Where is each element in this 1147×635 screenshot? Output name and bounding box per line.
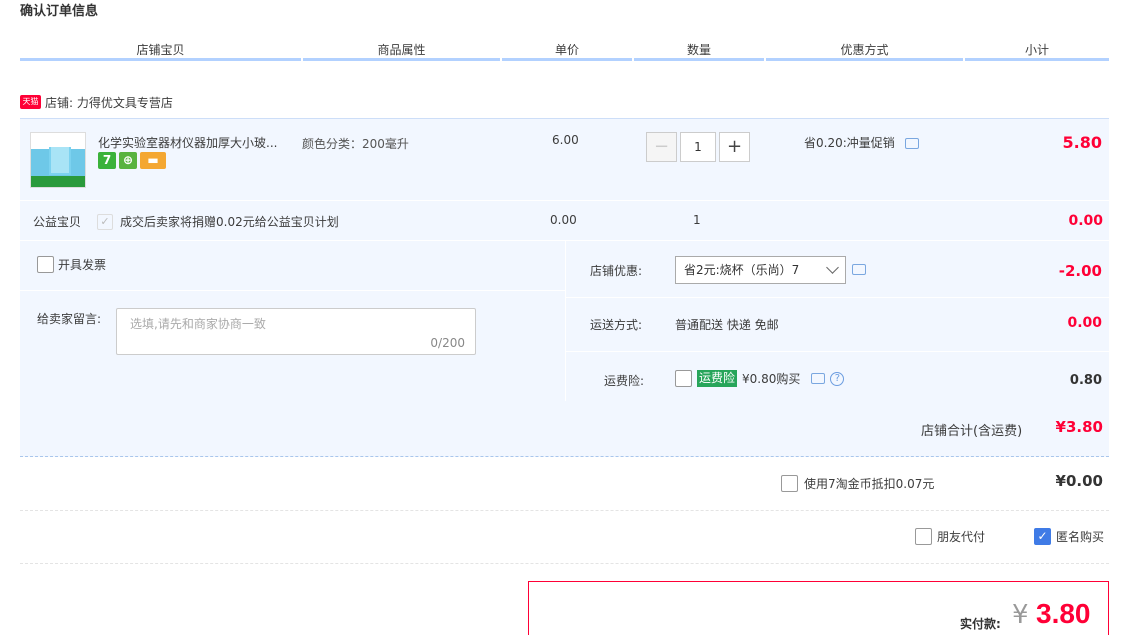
shop-total-label: 店铺合计(含运费): [921, 424, 1023, 439]
service-badges: 7 ⊕ ▬: [98, 152, 166, 169]
taojinbi-text: 使用7淘金币抵扣0.07元: [804, 477, 935, 491]
page-title: 确认订单信息: [20, 4, 99, 19]
anonymous-option[interactable]: ✓ 匿名购买: [1034, 528, 1104, 545]
charity-text: 成交后卖家将捐赠0.02元给公益宝贝计划: [120, 215, 339, 229]
col-price: 单价: [502, 40, 632, 61]
divider: [20, 563, 1109, 564]
invoice-option[interactable]: 开具发票: [37, 256, 106, 273]
taojinbi-amount: ¥0.00: [1055, 472, 1103, 490]
insurance-option: 运费险 ¥0.80购买 ?: [675, 370, 845, 387]
qty-input[interactable]: 1: [680, 132, 716, 162]
shop-row: 天猫 店铺: 力得优文具专营店: [20, 92, 173, 112]
guarantee-icon[interactable]: ⊕: [119, 152, 137, 169]
insurance-checkbox[interactable]: [675, 370, 692, 387]
chat-icon[interactable]: [904, 138, 919, 149]
message-placeholder: 选填,请先和商家协商一致: [130, 317, 266, 331]
product-attr: 颜色分类：200毫升: [302, 137, 409, 151]
col-shop-item: 店铺宝贝: [20, 40, 301, 61]
chat-icon[interactable]: [811, 373, 826, 384]
product-thumbnail[interactable]: [30, 132, 86, 188]
shop-discount-label: 店铺优惠:: [590, 264, 643, 278]
friend-pay-checkbox[interactable]: [915, 528, 932, 545]
charity-checkbox: ✓: [97, 214, 113, 230]
friend-pay-option[interactable]: 朋友代付: [915, 528, 985, 545]
message-label: 给卖家留言:: [37, 312, 102, 326]
promo-label: 省0.20:冲量促销: [804, 136, 895, 150]
qty-minus-button[interactable]: −: [646, 132, 677, 162]
table-header: 店铺宝贝 商品属性 单价 数量 优惠方式 小计: [20, 40, 1109, 64]
shop-discount-select[interactable]: 省2元:烧杯（乐尚）7: [675, 256, 846, 284]
insurance-tag: 运费险: [697, 370, 738, 387]
item-subtotal: 5.80: [1062, 133, 1102, 152]
shop-discount-amount: -2.00: [1058, 262, 1102, 280]
shipping-value: 普通配送 快递 免邮: [675, 318, 779, 332]
item-divider: [20, 200, 1109, 201]
pay-currency: ¥: [1012, 600, 1029, 630]
chat-icon[interactable]: [852, 264, 866, 275]
charity-qty: 1: [693, 213, 701, 227]
anonymous-label: 匿名购买: [1056, 530, 1105, 544]
qty-plus-button[interactable]: +: [719, 132, 750, 162]
left-sep: [20, 290, 565, 291]
pay-label: 实付款:: [960, 617, 1001, 631]
taojinbi-option[interactable]: 使用7淘金币抵扣0.07元: [781, 475, 934, 492]
invoice-label: 开具发票: [58, 258, 107, 272]
unit-price: 6.00: [552, 133, 579, 147]
col-attr: 商品属性: [303, 40, 500, 61]
shop-total-value: ¥3.80: [1055, 418, 1103, 436]
friend-pay-label: 朋友代付: [937, 530, 986, 544]
shop-name[interactable]: 店铺: 力得优文具专营店: [45, 94, 173, 111]
insurance-label: 运费险:: [604, 374, 645, 388]
anonymous-checkbox[interactable]: ✓: [1034, 528, 1051, 545]
invoice-checkbox[interactable]: [37, 256, 54, 273]
taojinbi-checkbox[interactable]: [781, 475, 798, 492]
charity-subtotal: 0.00: [1068, 213, 1103, 229]
charity-label: 公益宝贝: [33, 215, 82, 229]
shipping-amount: 0.00: [1067, 315, 1102, 331]
help-icon[interactable]: ?: [830, 371, 845, 386]
insurance-text: ¥0.80购买: [742, 372, 801, 386]
right-sep-1: [566, 297, 1109, 298]
pay-amount: 3.80: [1036, 598, 1091, 629]
beaker-icon: [49, 147, 71, 175]
message-count: 0/200: [430, 336, 465, 350]
charity-price: 0.00: [550, 213, 577, 227]
discount-chat[interactable]: [852, 262, 866, 276]
shipping-label: 运送方式:: [590, 318, 643, 332]
insurance-amount: 0.80: [1069, 373, 1102, 388]
seven-day-return-icon[interactable]: 7: [98, 152, 116, 169]
right-sep-2: [566, 351, 1109, 352]
col-qty: 数量: [634, 40, 764, 61]
quantity-stepper: − 1 +: [646, 132, 750, 162]
message-textarea[interactable]: 选填,请先和商家协商一致 0/200: [116, 308, 476, 355]
shop-discount-value: 省2元:烧杯（乐尚）7: [684, 263, 800, 277]
divider: [20, 510, 1109, 511]
col-subtotal: 小计: [965, 40, 1109, 61]
product-name[interactable]: 化学实验室器材仪器加厚大小玻...: [98, 134, 298, 151]
credit-card-icon[interactable]: ▬: [140, 152, 166, 169]
promo-text: 省0.20:冲量促销: [804, 134, 919, 151]
chevron-down-icon: [826, 261, 839, 274]
col-discount: 优惠方式: [766, 40, 963, 61]
tmall-icon: 天猫: [20, 95, 41, 109]
